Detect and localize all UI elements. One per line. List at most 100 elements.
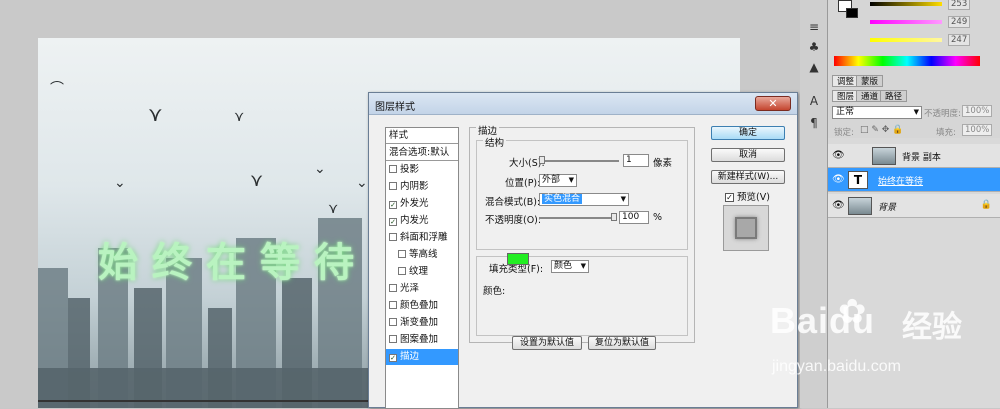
tab-paths[interactable]: 路径 [880,90,908,102]
fill-label: 填充: [936,128,956,138]
tool-preset-icon[interactable]: ≡ [806,20,822,34]
color-value[interactable]: 247 [948,34,971,46]
opacity-unit: % [653,212,663,223]
bird-graphic: ⋎ [148,102,163,126]
style-list-label: 外发光 [400,198,429,209]
size-slider[interactable] [539,160,619,162]
size-slider-thumb[interactable] [539,156,545,164]
preview-label: 预览(V) [737,192,770,203]
layer-row[interactable]: 👁 T 始终在等待 [828,168,1000,192]
style-checkbox[interactable]: ✓ [389,218,397,226]
style-list-item[interactable]: ✓ 描边 [386,349,458,365]
eye-icon[interactable]: 👁 [832,200,845,211]
style-list-item[interactable]: 光泽 [386,281,458,297]
style-checkbox[interactable] [389,301,397,309]
canvas-text-layer: 始终在等待 [98,240,368,286]
eye-icon[interactable]: 👁 [832,150,845,161]
style-list-label: 纹理 [409,266,429,277]
style-checkbox[interactable] [398,267,406,275]
style-list-item[interactable]: 斜面和浮雕 [386,230,458,246]
style-checkbox[interactable] [389,165,397,173]
layer-blend-mode-value: 正常 [836,107,855,117]
set-default-button[interactable]: 设置为默认值 [512,336,582,350]
chevron-down-icon: ▼ [568,176,574,184]
layer-row[interactable]: 👁 背景 🔒 [828,194,1000,218]
background-color-swatch[interactable] [846,8,858,18]
lock-label: 锁定: [834,128,854,138]
style-checkbox[interactable]: ✓ [389,201,397,209]
dialog-title-bar[interactable]: 图层样式 ✕ [369,93,797,115]
clone-source-icon[interactable]: ♣ [806,40,822,54]
new-style-button[interactable]: 新建样式(W)... [711,170,785,184]
blend-mode-value: 实色混合 [542,194,583,204]
position-select[interactable]: 外部 ▼ [539,174,577,187]
color-value[interactable]: 253 [948,0,971,10]
paragraph-icon[interactable]: ¶ [806,116,822,130]
character-icon[interactable]: A [806,94,822,108]
size-unit: 像素 [653,158,673,169]
eye-icon[interactable]: 👁 [832,174,845,185]
stroke-color-swatch[interactable] [507,253,529,265]
reset-default-button[interactable]: 复位为默认值 [588,336,656,350]
style-list-item[interactable]: 样式 [386,128,458,144]
tab-masks[interactable]: 蒙版 [856,75,884,87]
tab-layers[interactable]: 图层 [832,90,860,102]
style-checkbox[interactable] [389,335,397,343]
opacity-input[interactable]: 100 [619,211,649,224]
style-checkbox[interactable] [389,318,397,326]
lock-icons[interactable]: □ ✎ ✥ 🔒 [860,125,903,135]
blue-slider[interactable] [870,38,942,42]
style-list-item[interactable]: 投影 [386,162,458,178]
style-list-item[interactable]: 纹理 [386,264,458,280]
style-list-label: 等高线 [409,249,438,260]
bird-graphic: ⋎ [250,170,264,191]
cancel-button[interactable]: 取消 [711,148,785,162]
opacity-slider[interactable] [539,217,615,219]
style-list-item[interactable]: ✓ 外发光 [386,196,458,212]
bird-graphic: ⌄ [356,175,368,191]
fill-input[interactable]: 100% [962,124,993,136]
size-input[interactable]: 1 [623,154,649,167]
style-checkbox[interactable] [389,182,397,190]
style-list-item[interactable]: 混合选项:默认 [386,145,458,161]
style-checkbox[interactable] [389,233,397,241]
layer-blend-mode-select[interactable]: 正常 ▼ [832,106,922,119]
bird-graphic: ⋎ [234,109,245,125]
text-layer-icon: T [848,171,868,189]
style-checkbox[interactable]: ✓ [389,354,397,362]
style-list-label: 混合选项:默认 [389,147,450,158]
color-spectrum-bar[interactable] [834,56,980,66]
style-checkbox[interactable] [389,284,397,292]
chevron-down-icon: ▼ [580,262,586,270]
color-label: 颜色: [483,286,506,297]
style-preview-thumbnail [723,205,769,251]
blend-mode-select[interactable]: 实色混合 ▼ [539,193,629,206]
fill-type-select[interactable]: 颜色 ▼ [551,260,589,273]
color-value[interactable]: 249 [948,16,971,28]
ok-button[interactable]: 确定 [711,126,785,140]
blend-mode-label: 混合模式(B): [485,197,541,208]
close-button[interactable]: ✕ [755,96,791,111]
bird-graphic: ⌒ [50,81,64,97]
bird-graphic: ⋎ [328,201,339,217]
opacity-slider-thumb[interactable] [611,213,617,221]
style-list-item[interactable]: 内阴影 [386,179,458,195]
style-list-item[interactable]: 渐变叠加 [386,315,458,331]
style-list-item[interactable]: ✓ 内发光 [386,213,458,229]
tab-channels[interactable]: 通道 [856,90,884,102]
stamp-icon[interactable]: ▲ [806,60,822,74]
red-slider[interactable] [870,2,942,6]
opacity-label: 不透明度(O): [485,215,542,226]
style-list-item[interactable]: 图案叠加 [386,332,458,348]
layer-opacity-input[interactable]: 100% [962,105,993,117]
style-list-item[interactable]: 颜色叠加 [386,298,458,314]
fill-type-value: 颜色 [554,261,573,271]
style-checkbox[interactable] [398,250,406,258]
tab-adjustments[interactable]: 调整 [832,75,860,87]
preview-checkbox[interactable]: ✓ 预览(V) [725,189,770,203]
structure-title: 结构 [483,135,507,149]
chevron-down-icon: ▼ [913,108,919,116]
layer-row[interactable]: 👁 背景 副本 [828,144,1000,168]
style-list-item[interactable]: 等高线 [386,247,458,263]
green-slider[interactable] [870,20,942,24]
